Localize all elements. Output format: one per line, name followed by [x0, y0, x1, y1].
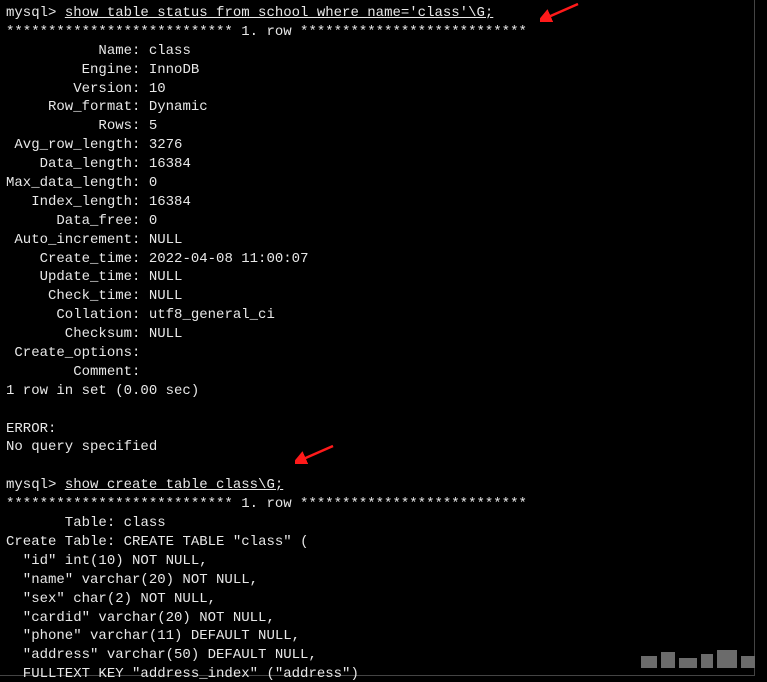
field-label: Update_time	[6, 269, 132, 285]
field-value: NULL	[149, 269, 183, 285]
field-label: Create_options	[6, 345, 132, 361]
field-value: class	[149, 43, 191, 59]
create-table-column: "id" int(10) NOT NULL,	[6, 553, 208, 569]
field-colon: :	[132, 118, 149, 134]
mysql-prompt: mysql>	[6, 5, 65, 21]
field-colon: :	[132, 194, 149, 210]
terminal-output[interactable]: mysql> show table status from school whe…	[0, 0, 755, 676]
create-table-column: "phone" varchar(11) DEFAULT NULL,	[6, 628, 300, 644]
field-label: Engine	[6, 62, 132, 78]
field-colon: :	[132, 156, 149, 172]
field-value: 16384	[149, 194, 191, 210]
field-value: NULL	[149, 326, 183, 342]
field-label: Row_format	[6, 99, 132, 115]
create-table-header: CREATE TABLE "class" (	[124, 534, 309, 550]
row-separator: *************************** 1. row *****…	[6, 496, 527, 512]
field-colon: :	[107, 534, 124, 550]
field-value: 2022-04-08 11:00:07	[149, 251, 309, 267]
field-label: Avg_row_length	[6, 137, 132, 153]
field-label: Version	[6, 81, 132, 97]
field-value: 0	[149, 213, 157, 229]
row-separator: *************************** 1. row *****…	[6, 24, 527, 40]
error-label: ERROR:	[6, 421, 56, 437]
field-colon: :	[132, 81, 149, 97]
field-value: 0	[149, 175, 157, 191]
field-value: utf8_general_ci	[149, 307, 275, 323]
sql-command: show create table class\G;	[65, 477, 283, 493]
field-value: InnoDB	[149, 62, 199, 78]
censored-region	[641, 646, 761, 668]
field-label: Rows	[6, 118, 132, 134]
field-colon: :	[107, 515, 124, 531]
field-value: 10	[149, 81, 166, 97]
field-colon: :	[132, 137, 149, 153]
field-colon: :	[132, 251, 149, 267]
field-colon: :	[132, 62, 149, 78]
field-colon: :	[132, 43, 149, 59]
field-value: 3276	[149, 137, 183, 153]
field-colon: :	[132, 345, 149, 361]
sql-command: show table status from school where name…	[65, 5, 493, 21]
field-colon: :	[132, 307, 149, 323]
field-colon: :	[132, 175, 149, 191]
field-label: Collation	[6, 307, 132, 323]
create-table-column: FULLTEXT KEY "address_index" ("address")	[6, 666, 359, 682]
field-value: NULL	[149, 288, 183, 304]
field-label: Data_length	[6, 156, 132, 172]
create-table-column: "name" varchar(20) NOT NULL,	[6, 572, 258, 588]
field-value: NULL	[149, 232, 183, 248]
field-value: class	[124, 515, 166, 531]
field-label: Check_time	[6, 288, 132, 304]
rows-in-set: 1 row in set (0.00 sec)	[6, 383, 199, 399]
create-table-column: "sex" char(2) NOT NULL,	[6, 591, 216, 607]
field-colon: :	[132, 99, 149, 115]
field-value: 16384	[149, 156, 191, 172]
field-label: Index_length	[6, 194, 132, 210]
field-label: Create_time	[6, 251, 132, 267]
error-message: No query specified	[6, 439, 157, 455]
field-label: Checksum	[6, 326, 132, 342]
field-label: Max_data_length	[6, 175, 132, 191]
create-table-column: "address" varchar(50) DEFAULT NULL,	[6, 647, 317, 663]
field-colon: :	[132, 364, 149, 380]
field-colon: :	[132, 288, 149, 304]
field-colon: :	[132, 269, 149, 285]
field-label: Name	[6, 43, 132, 59]
field-label: Comment	[6, 364, 132, 380]
field-colon: :	[132, 213, 149, 229]
field-label: Table	[6, 515, 107, 531]
field-colon: :	[132, 326, 149, 342]
field-value: Dynamic	[149, 99, 208, 115]
field-label: Create Table	[6, 534, 107, 550]
field-value: 5	[149, 118, 157, 134]
field-colon: :	[132, 232, 149, 248]
field-label: Data_free	[6, 213, 132, 229]
mysql-prompt: mysql>	[6, 477, 65, 493]
field-label: Auto_increment	[6, 232, 132, 248]
create-table-column: "cardid" varchar(20) NOT NULL,	[6, 610, 275, 626]
